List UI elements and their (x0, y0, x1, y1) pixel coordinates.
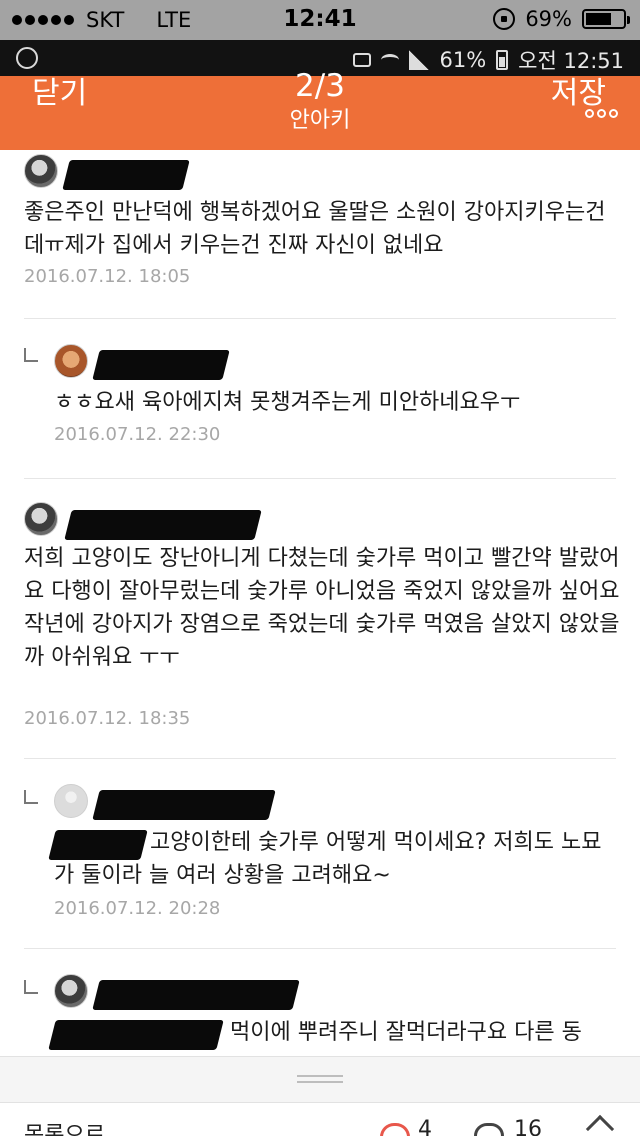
bottom-drag-area[interactable] (0, 1056, 640, 1102)
share-icon[interactable] (585, 1114, 615, 1136)
comment-text: 좋은주인 만난덕에 행복하겠어요 울딸은 소원이 강아지키우는건데ㅠ제가 집에서… (24, 200, 606, 258)
redacted-username (62, 160, 190, 190)
comment-date: 2016.07.12. 22:30 (54, 424, 221, 445)
ios-status-right: 69% (493, 7, 630, 31)
redacted-username (92, 350, 230, 380)
comment-text: 먹이에 뿌려주니 잘먹더라구요 다른 동 (230, 1020, 582, 1045)
divider (24, 948, 616, 949)
comment-date: 2016.07.12. 18:35 (24, 708, 191, 729)
battery-percent: 69% (525, 7, 572, 31)
comment-text: 고양이한테 숯가루 어떻게 먹이세요? 저희도 노묘가 둘이라 늘 여러 상황을… (54, 830, 602, 888)
avatar[interactable] (54, 974, 88, 1008)
avatar[interactable] (24, 502, 58, 536)
drag-handle-icon[interactable] (297, 1075, 343, 1083)
redacted-username (64, 510, 262, 540)
ios-status-bar: SKT LTE 12:41 69% (0, 0, 640, 40)
rotation-lock-icon (493, 8, 516, 30)
avatar[interactable] (54, 344, 88, 378)
avatar[interactable] (24, 154, 58, 188)
comment-list: 좋은주인 만난덕에 행복하겠어요 울딸은 소원이 강아지키우는건데ㅠ제가 집에서… (0, 150, 640, 1056)
android-battery-icon (496, 50, 509, 70)
app-notification-icon (16, 47, 38, 69)
redacted-username (92, 790, 276, 820)
comment-text: 저희 고양이도 장난아니게 다쳤는데 숯가루 먹이고 빨간약 발랐어요 다행이 … (24, 546, 620, 670)
comment-date: 2016.07.12. 18:05 (24, 266, 191, 287)
comment-text: ㅎㅎ요새 육아에지쳐 못챙겨주는게 미안하네요우ㅜ (54, 390, 521, 415)
comment-icon[interactable] (474, 1123, 504, 1136)
reply-arrow-icon (24, 790, 38, 804)
heart-icon[interactable] (380, 1123, 410, 1136)
reply-arrow-icon (24, 980, 38, 994)
divider (24, 318, 616, 319)
redacted-username (92, 980, 300, 1010)
reply-arrow-icon (24, 348, 38, 362)
viewer-header: 닫기 2/3 안아키 저장 (0, 68, 640, 150)
image-counter: 2/3 (295, 68, 345, 104)
divider (24, 478, 616, 479)
header-subtitle: 안아키 (289, 108, 351, 133)
battery-icon (582, 9, 630, 29)
wifi-icon (381, 54, 400, 66)
comment-date: 2016.07.12. 20:28 (54, 898, 221, 919)
back-to-list-link[interactable]: 목록으로 (24, 1117, 105, 1136)
signal-icon (409, 50, 430, 70)
bottom-action-bar: 목록으로 4 16 (0, 1102, 640, 1136)
more-options-icon[interactable] (582, 106, 618, 122)
mute-icon (353, 53, 372, 67)
like-count: 4 (418, 1117, 432, 1136)
comment-count: 16 (514, 1117, 542, 1136)
divider (24, 758, 616, 759)
avatar[interactable] (54, 784, 88, 818)
